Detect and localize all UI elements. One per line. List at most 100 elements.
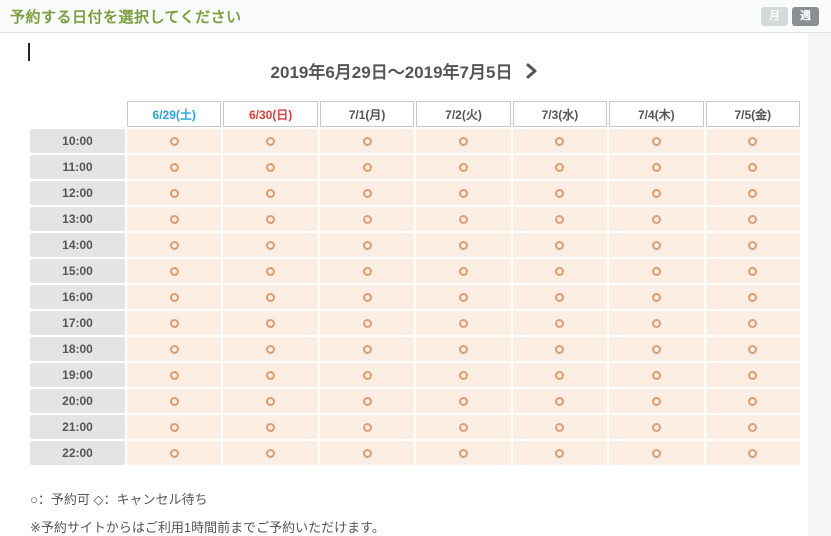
slot-7/1(月)-15:00[interactable] [320, 259, 414, 283]
slot-6/29(土)-16:00[interactable] [127, 285, 221, 309]
slot-6/29(土)-11:00[interactable] [127, 155, 221, 179]
day-header-7/1(月): 7/1(月) [320, 101, 414, 127]
slot-7/5(金)-18:00[interactable] [706, 337, 800, 361]
slot-7/2(火)-19:00[interactable] [416, 363, 510, 387]
slot-7/5(金)-16:00[interactable] [706, 285, 800, 309]
slot-7/3(水)-14:00[interactable] [513, 233, 607, 257]
slot-6/29(土)-10:00[interactable] [127, 129, 221, 153]
slot-7/4(木)-22:00[interactable] [609, 441, 703, 465]
slot-7/4(木)-19:00[interactable] [609, 363, 703, 387]
slot-7/2(火)-12:00[interactable] [416, 181, 510, 205]
slot-6/30(日)-17:00[interactable] [223, 311, 317, 335]
slot-7/5(金)-15:00[interactable] [706, 259, 800, 283]
slot-7/1(月)-20:00[interactable] [320, 389, 414, 413]
slot-7/2(火)-13:00[interactable] [416, 207, 510, 231]
slot-7/2(火)-21:00[interactable] [416, 415, 510, 439]
slot-7/3(水)-10:00[interactable] [513, 129, 607, 153]
available-circle-icon [555, 345, 564, 354]
slot-7/4(木)-14:00[interactable] [609, 233, 703, 257]
slot-7/1(月)-16:00[interactable] [320, 285, 414, 309]
slot-6/29(土)-18:00[interactable] [127, 337, 221, 361]
slot-7/1(月)-11:00[interactable] [320, 155, 414, 179]
slot-6/30(日)-15:00[interactable] [223, 259, 317, 283]
slot-7/1(月)-18:00[interactable] [320, 337, 414, 361]
slot-7/3(水)-11:00[interactable] [513, 155, 607, 179]
slot-7/3(水)-21:00[interactable] [513, 415, 607, 439]
slot-6/29(土)-20:00[interactable] [127, 389, 221, 413]
slot-7/3(水)-13:00[interactable] [513, 207, 607, 231]
slot-7/4(木)-21:00[interactable] [609, 415, 703, 439]
slot-6/29(土)-22:00[interactable] [127, 441, 221, 465]
slot-7/5(金)-22:00[interactable] [706, 441, 800, 465]
slot-7/4(木)-17:00[interactable] [609, 311, 703, 335]
slot-7/2(火)-16:00[interactable] [416, 285, 510, 309]
available-circle-icon [363, 423, 372, 432]
next-week-icon[interactable] [526, 63, 537, 79]
slot-7/5(金)-17:00[interactable] [706, 311, 800, 335]
slot-7/2(火)-15:00[interactable] [416, 259, 510, 283]
slot-7/1(月)-14:00[interactable] [320, 233, 414, 257]
slot-6/30(日)-20:00[interactable] [223, 389, 317, 413]
slot-6/29(土)-17:00[interactable] [127, 311, 221, 335]
slot-6/30(日)-22:00[interactable] [223, 441, 317, 465]
slot-7/1(月)-12:00[interactable] [320, 181, 414, 205]
slot-7/3(水)-16:00[interactable] [513, 285, 607, 309]
slot-7/3(水)-22:00[interactable] [513, 441, 607, 465]
slot-7/5(金)-20:00[interactable] [706, 389, 800, 413]
week-view-button[interactable]: 週 [792, 7, 819, 26]
slot-7/2(火)-14:00[interactable] [416, 233, 510, 257]
slot-7/3(水)-17:00[interactable] [513, 311, 607, 335]
slot-6/30(日)-18:00[interactable] [223, 337, 317, 361]
slot-7/5(金)-21:00[interactable] [706, 415, 800, 439]
month-view-button[interactable]: 月 [761, 7, 788, 26]
slot-6/30(日)-12:00[interactable] [223, 181, 317, 205]
slot-7/1(月)-13:00[interactable] [320, 207, 414, 231]
slot-7/3(水)-18:00[interactable] [513, 337, 607, 361]
slot-7/4(木)-12:00[interactable] [609, 181, 703, 205]
available-circle-icon [555, 241, 564, 250]
slot-7/2(火)-18:00[interactable] [416, 337, 510, 361]
slot-7/1(月)-22:00[interactable] [320, 441, 414, 465]
slot-7/3(水)-19:00[interactable] [513, 363, 607, 387]
slot-6/29(土)-21:00[interactable] [127, 415, 221, 439]
slot-6/30(日)-21:00[interactable] [223, 415, 317, 439]
slot-7/4(木)-11:00[interactable] [609, 155, 703, 179]
slot-6/30(日)-10:00[interactable] [223, 129, 317, 153]
slot-7/1(月)-19:00[interactable] [320, 363, 414, 387]
slot-6/30(日)-14:00[interactable] [223, 233, 317, 257]
slot-7/4(木)-10:00[interactable] [609, 129, 703, 153]
slot-7/3(水)-12:00[interactable] [513, 181, 607, 205]
slot-7/5(金)-13:00[interactable] [706, 207, 800, 231]
slot-6/30(日)-11:00[interactable] [223, 155, 317, 179]
slot-6/29(土)-15:00[interactable] [127, 259, 221, 283]
slot-7/2(火)-10:00[interactable] [416, 129, 510, 153]
slot-7/2(火)-22:00[interactable] [416, 441, 510, 465]
slot-7/5(金)-11:00[interactable] [706, 155, 800, 179]
slot-7/1(月)-17:00[interactable] [320, 311, 414, 335]
grid-corner-cell [30, 101, 125, 127]
slot-6/30(日)-19:00[interactable] [223, 363, 317, 387]
slot-7/4(木)-13:00[interactable] [609, 207, 703, 231]
slot-7/1(月)-21:00[interactable] [320, 415, 414, 439]
slot-7/5(金)-14:00[interactable] [706, 233, 800, 257]
slot-6/29(土)-14:00[interactable] [127, 233, 221, 257]
slot-6/29(土)-19:00[interactable] [127, 363, 221, 387]
slot-6/30(日)-13:00[interactable] [223, 207, 317, 231]
slot-7/4(木)-16:00[interactable] [609, 285, 703, 309]
slot-7/3(水)-15:00[interactable] [513, 259, 607, 283]
slot-7/2(火)-20:00[interactable] [416, 389, 510, 413]
slot-7/3(水)-20:00[interactable] [513, 389, 607, 413]
slot-6/29(土)-13:00[interactable] [127, 207, 221, 231]
slot-7/4(木)-15:00[interactable] [609, 259, 703, 283]
slot-7/5(金)-19:00[interactable] [706, 363, 800, 387]
slot-6/30(日)-16:00[interactable] [223, 285, 317, 309]
slot-7/5(金)-12:00[interactable] [706, 181, 800, 205]
slot-7/4(木)-18:00[interactable] [609, 337, 703, 361]
slot-7/1(月)-10:00[interactable] [320, 129, 414, 153]
slot-7/2(火)-17:00[interactable] [416, 311, 510, 335]
slot-7/5(金)-10:00[interactable] [706, 129, 800, 153]
time-label-10:00: 10:00 [30, 129, 125, 153]
slot-7/2(火)-11:00[interactable] [416, 155, 510, 179]
slot-6/29(土)-12:00[interactable] [127, 181, 221, 205]
slot-7/4(木)-20:00[interactable] [609, 389, 703, 413]
